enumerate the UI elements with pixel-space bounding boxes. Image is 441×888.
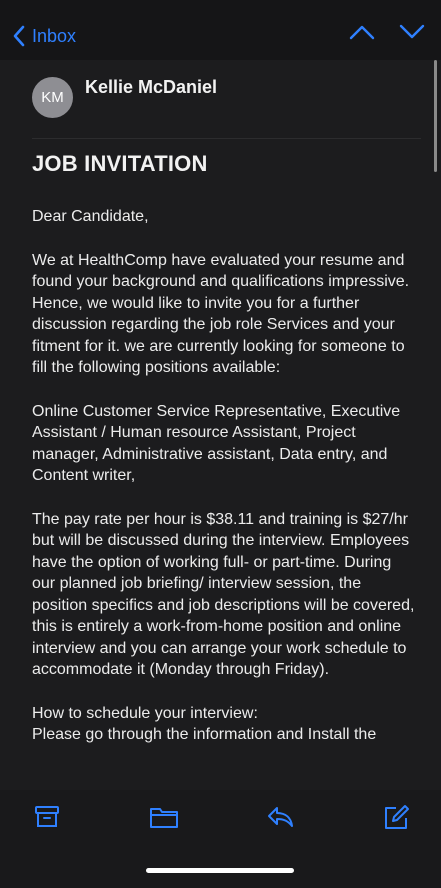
folder-icon xyxy=(150,808,178,828)
move-to-folder-button[interactable] xyxy=(149,804,179,835)
back-to-inbox-button[interactable]: Inbox xyxy=(12,21,76,51)
navigation-bar: Inbox xyxy=(0,0,441,60)
archive-button[interactable] xyxy=(34,804,60,835)
chevron-left-icon xyxy=(13,25,25,47)
compose-icon xyxy=(385,805,409,829)
paragraph: Dear Candidate, xyxy=(32,208,149,225)
paragraph: The pay rate per hour is $38.11 and trai… xyxy=(32,510,415,679)
home-indicator[interactable] xyxy=(146,868,294,873)
message-subject: JOB INVITATION xyxy=(32,151,208,176)
compose-button[interactable] xyxy=(382,804,410,837)
paragraph: How to schedule your interview: Please g… xyxy=(32,704,377,744)
message-body: Dear Candidate, We at HealthComp have ev… xyxy=(32,206,415,768)
chevron-up-icon[interactable] xyxy=(349,24,375,40)
paragraph: Online Customer Service Representative, … xyxy=(32,402,401,485)
bottom-toolbar xyxy=(0,790,441,888)
sender-name[interactable]: Kellie McDaniel xyxy=(85,77,217,98)
archive-icon xyxy=(35,806,59,827)
divider xyxy=(32,138,421,139)
back-label: Inbox xyxy=(32,25,77,46)
sender-row[interactable]: KM Kellie McDaniel xyxy=(32,77,217,118)
message-navigation xyxy=(349,24,425,40)
reply-icon xyxy=(268,807,293,827)
avatar[interactable]: KM xyxy=(32,77,73,118)
scrollbar[interactable] xyxy=(434,60,437,172)
paragraph: We at HealthComp have evaluated your res… xyxy=(32,251,410,377)
chevron-down-icon[interactable] xyxy=(399,24,425,40)
reply-button[interactable] xyxy=(266,804,294,835)
